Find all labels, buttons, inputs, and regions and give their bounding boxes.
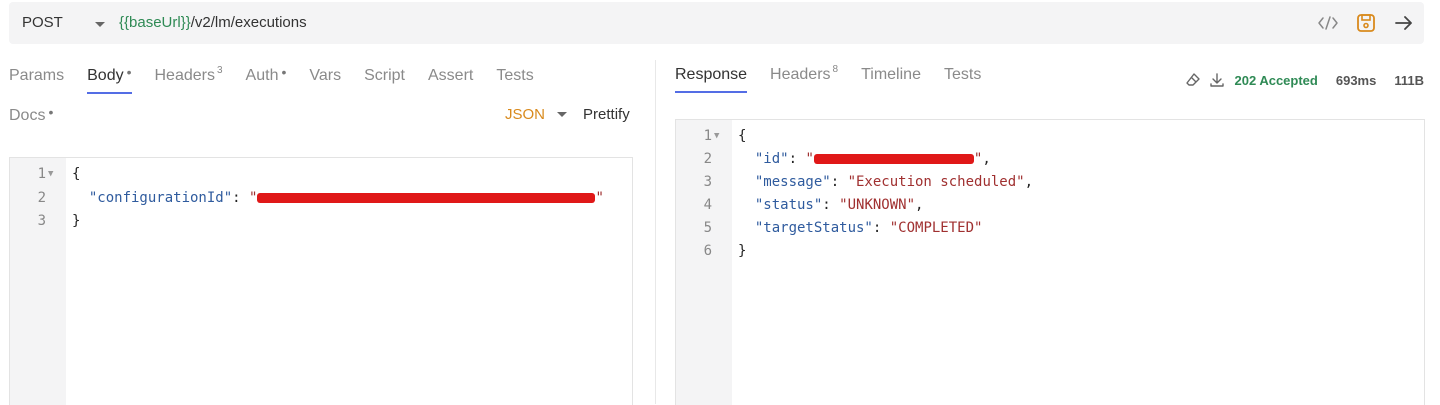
response-headers-count-badge: 8 [832, 64, 839, 75]
line-number: 2 [37, 190, 46, 206]
code-line: "message": "Execution scheduled", [754, 174, 1034, 190]
line-number: 4 [703, 197, 712, 213]
line-number: 1 [37, 166, 46, 182]
redacted-value [257, 193, 596, 203]
pane-divider[interactable] [655, 60, 656, 404]
tab-response[interactable]: Response [675, 66, 748, 93]
code-line: { [738, 128, 747, 144]
chevron-down-icon[interactable] [95, 22, 105, 27]
request-tabs-overflow: Docs • [9, 104, 76, 134]
tab-body[interactable]: Body • [87, 64, 132, 94]
tab-response-tests[interactable]: Tests [944, 66, 981, 93]
tab-params[interactable]: Params [9, 67, 64, 94]
tab-script[interactable]: Script [364, 67, 405, 94]
tab-tests[interactable]: Tests [496, 67, 533, 94]
body-mode-selector: JSON Prettify [505, 106, 630, 123]
download-icon[interactable] [1209, 68, 1225, 92]
response-tabs: Response Headers 8 Timeline Tests [675, 64, 1004, 93]
code-line: "configurationId": " " [88, 190, 604, 206]
response-time: 693ms [1335, 72, 1377, 88]
url-path: /v2/lm/executions [190, 14, 307, 31]
code-line: { [72, 166, 81, 182]
save-icon[interactable] [1354, 11, 1378, 35]
line-number: 6 [703, 243, 712, 259]
fold-caret-icon[interactable]: ▼ [714, 131, 719, 141]
chevron-down-icon[interactable] [557, 112, 568, 117]
line-number: 2 [703, 151, 712, 167]
status-badge: 202 Accepted [1234, 72, 1318, 88]
response-body-viewer[interactable]: 1 ▼ 2 3 4 5 6 { "id": " ", "message": "Ex… [675, 119, 1425, 405]
body-type-select[interactable]: JSON [505, 106, 545, 123]
tab-headers[interactable]: Headers 3 [155, 65, 223, 94]
code-icon[interactable] [1316, 11, 1340, 35]
tab-docs[interactable]: Docs • [9, 104, 53, 134]
eraser-icon[interactable] [1181, 68, 1205, 92]
line-number: 3 [703, 174, 712, 190]
redacted-value [813, 154, 974, 164]
fold-caret-icon[interactable]: ▼ [48, 169, 53, 179]
url-actions [1316, 11, 1416, 35]
code-line: "id": " ", [754, 151, 991, 167]
tab-assert[interactable]: Assert [428, 67, 473, 94]
url-input[interactable]: {{baseUrl}}/v2/lm/executions [119, 14, 307, 31]
code-line: "targetStatus": "COMPLETED" [754, 220, 983, 236]
tab-auth[interactable]: Auth • [246, 64, 287, 94]
tab-response-headers[interactable]: Headers 8 [770, 64, 838, 93]
response-size: 111B [1394, 72, 1424, 88]
prettify-button[interactable]: Prettify [583, 106, 630, 123]
request-body-editor[interactable]: 1 ▼ 2 3 { "configurationId": " " } [9, 157, 633, 405]
url-variable: {{baseUrl}} [119, 14, 191, 31]
line-number: 1 [703, 128, 712, 144]
code-line: "status": "UNKNOWN", [754, 197, 924, 213]
tab-vars[interactable]: Vars [309, 67, 341, 94]
headers-count-badge: 3 [216, 65, 223, 76]
code-line: } [72, 213, 81, 229]
tab-timeline[interactable]: Timeline [861, 66, 921, 93]
response-status-bar: 202 Accepted 693ms 111B [1181, 68, 1424, 92]
send-arrow-icon[interactable] [1392, 11, 1416, 35]
url-bar: POST {{baseUrl}}/v2/lm/executions [9, 2, 1424, 44]
method-selector[interactable]: POST [22, 14, 63, 31]
line-number: 3 [37, 213, 46, 229]
code-line: } [738, 243, 747, 259]
request-tabs: Params Body • Headers 3 Auth • Vars Script … [9, 64, 557, 94]
line-number: 5 [703, 220, 712, 236]
